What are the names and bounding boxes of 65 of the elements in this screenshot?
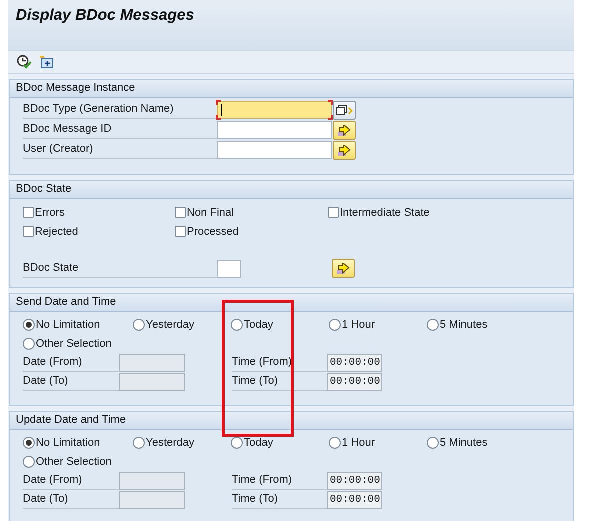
radio-button[interactable] — [231, 436, 243, 448]
arrow-right-icon — [337, 262, 350, 274]
radio-label: No Limitation — [36, 318, 100, 330]
time-field[interactable]: 00:00:00 — [327, 372, 382, 390]
field-label: BDoc Type (Generation Name) — [23, 101, 217, 119]
arrow-right-icon — [338, 144, 351, 156]
field-label: BDoc State — [23, 260, 217, 278]
time-field[interactable]: 00:00:00 — [327, 472, 382, 490]
date-field[interactable] — [119, 472, 185, 490]
field-label: BDoc Message ID — [23, 121, 217, 139]
checkbox[interactable] — [23, 226, 34, 237]
select-button[interactable] — [333, 121, 356, 140]
radio-button[interactable] — [329, 318, 341, 330]
section-title: Send Date and Time — [10, 294, 573, 312]
radio-button[interactable] — [133, 436, 145, 448]
radio-label: Other Selection — [36, 456, 112, 468]
select-button[interactable] — [333, 141, 356, 160]
radio-label: Other Selection — [36, 338, 112, 350]
checkbox-label: Processed — [187, 226, 239, 238]
date-field[interactable] — [119, 372, 185, 390]
radio-label: Today — [244, 318, 274, 330]
date-field[interactable] — [119, 490, 185, 508]
checkbox[interactable] — [328, 207, 339, 218]
radio-label: Today — [244, 436, 274, 448]
radio-button[interactable] — [23, 338, 35, 350]
input-field[interactable] — [217, 260, 241, 278]
stacked-squares-icon — [336, 104, 353, 116]
radio-button[interactable] — [427, 318, 439, 330]
radio-button[interactable] — [23, 318, 35, 330]
checkbox[interactable] — [175, 207, 186, 218]
radio-button[interactable] — [23, 456, 35, 468]
radio-label: 5 Minutes — [440, 436, 488, 448]
radio-label: 1 Hour — [342, 318, 376, 330]
checkbox[interactable] — [175, 226, 186, 237]
radio-label: Yesterday — [146, 436, 195, 448]
folder-plus-icon[interactable] — [39, 55, 54, 69]
radio-button[interactable] — [231, 318, 243, 330]
radio-button[interactable] — [133, 318, 145, 330]
radio-label: Yesterday — [146, 318, 195, 330]
date-field[interactable] — [119, 354, 185, 372]
radio-button[interactable] — [23, 436, 35, 448]
arrow-right-icon — [338, 124, 351, 136]
section-title: BDoc Message Instance — [10, 80, 573, 98]
checkbox-label: Intermediate State — [340, 206, 430, 218]
radio-label: 1 Hour — [342, 436, 376, 448]
input-field[interactable] — [217, 141, 332, 159]
time-field[interactable]: 00:00:00 — [327, 490, 382, 508]
checkbox-label: Errors — [35, 206, 65, 218]
radio-button[interactable] — [427, 436, 439, 448]
window-title: Display BDoc Messages — [16, 7, 194, 24]
checkbox[interactable] — [23, 207, 34, 218]
input-field[interactable] — [217, 101, 332, 119]
section-title: BDoc State — [10, 181, 573, 199]
multiple-selection-button[interactable] — [333, 101, 356, 120]
section-title: Update Date and Time — [10, 412, 573, 430]
time-field[interactable]: 00:00:00 — [327, 354, 382, 372]
radio-button[interactable] — [329, 436, 341, 448]
select-button[interactable] — [332, 259, 355, 278]
checkbox-label: Rejected — [35, 226, 78, 238]
field-label: User (Creator) — [23, 141, 217, 159]
checkbox-label: Non Final — [187, 206, 234, 218]
radio-label: No Limitation — [36, 436, 100, 448]
radio-label: 5 Minutes — [440, 318, 488, 330]
input-field[interactable] — [217, 121, 332, 139]
clock-check-icon[interactable] — [17, 55, 32, 69]
